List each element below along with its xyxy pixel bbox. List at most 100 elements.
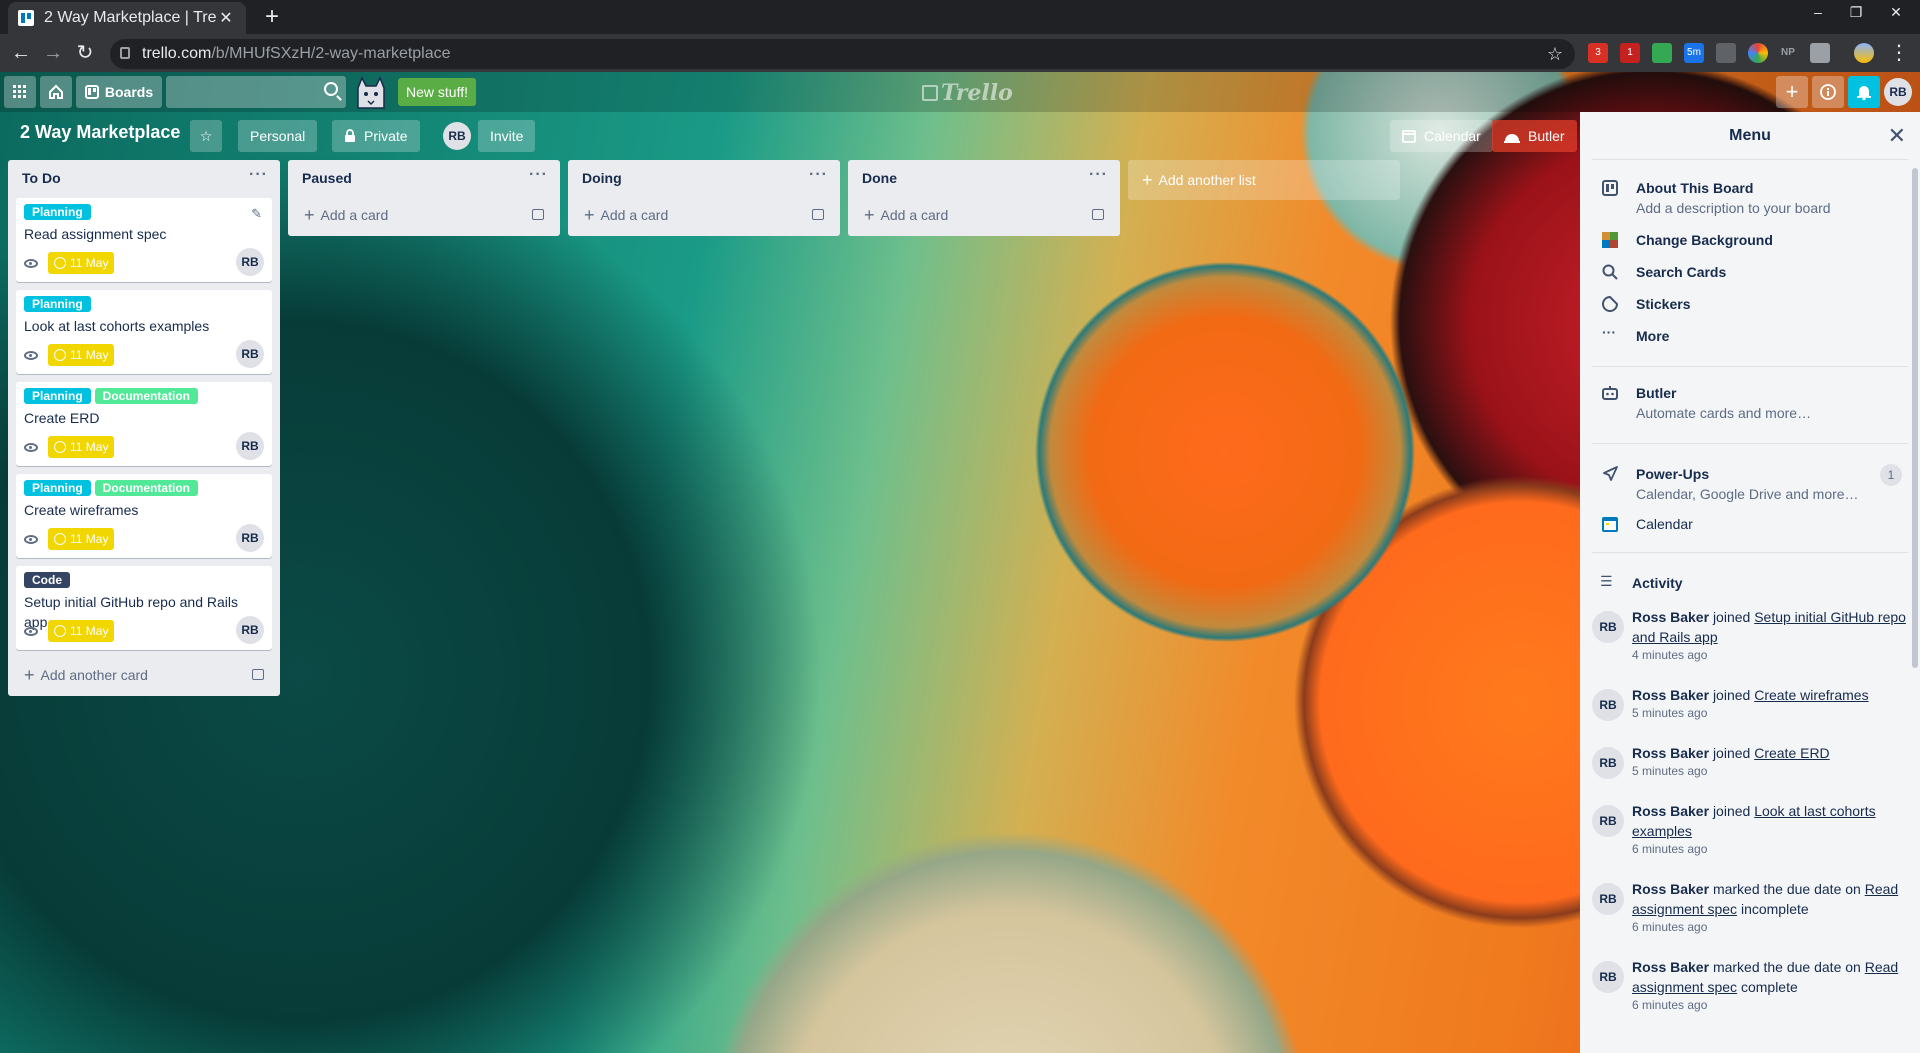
card[interactable]: Planning Look at last cohorts examples 1…	[16, 290, 272, 374]
new-stuff-button[interactable]: New stuff!	[398, 78, 476, 106]
minimize-icon[interactable]: –	[1808, 4, 1828, 20]
profile-avatar-icon[interactable]	[1854, 43, 1874, 63]
extension-icon[interactable]	[1716, 43, 1736, 63]
activity-avatar[interactable]: RB	[1592, 883, 1624, 915]
calendar-powerup-item[interactable]: Calendar	[1580, 514, 1920, 534]
browser-menu-icon[interactable]: ⋮	[1886, 40, 1912, 66]
card-member-avatar[interactable]: RB	[236, 248, 264, 276]
due-date-badge[interactable]: 11 May	[48, 436, 115, 458]
activity-avatar[interactable]: RB	[1592, 611, 1624, 643]
due-date-badge[interactable]: 11 May	[48, 528, 115, 550]
card[interactable]: Planning Documentation Create ERD 11 May…	[16, 382, 272, 466]
notifications-bell-icon[interactable]	[1848, 76, 1880, 108]
activity-time[interactable]: 6 minutes ago	[1632, 841, 1908, 857]
add-card-button[interactable]: + Add a card	[576, 198, 832, 232]
card-member-avatar[interactable]: RB	[236, 432, 264, 460]
card-template-icon[interactable]	[1092, 209, 1104, 220]
activity-card-link[interactable]: Create ERD	[1754, 745, 1829, 761]
calendar-powerup-button[interactable]: Calendar	[1390, 120, 1493, 152]
activity-time[interactable]: 5 minutes ago	[1632, 763, 1908, 779]
list-title[interactable]: To Do	[22, 170, 61, 186]
invite-button[interactable]: Invite	[478, 120, 536, 152]
boards-button[interactable]: Boards	[76, 76, 162, 108]
card-member-avatar[interactable]: RB	[236, 524, 264, 552]
window-close-icon[interactable]: ✕	[1886, 4, 1906, 21]
list-menu-icon[interactable]: ···	[1089, 166, 1108, 184]
extension-badge-icon[interactable]: 1	[1620, 43, 1640, 63]
stickers-item[interactable]: Stickers	[1580, 294, 1920, 314]
butler-item[interactable]: Butler Automate cards and more…	[1580, 383, 1920, 423]
bookmark-star-icon[interactable]: ☆	[1547, 39, 1563, 69]
back-icon[interactable]: ←	[8, 40, 34, 66]
activity-avatar[interactable]: RB	[1592, 961, 1624, 993]
list-menu-icon[interactable]: ···	[809, 166, 828, 184]
card-label[interactable]: Documentation	[94, 480, 199, 496]
search-cards-item[interactable]: Search Cards	[1580, 262, 1920, 282]
list-header[interactable]: Paused ···	[288, 160, 560, 198]
activity-time[interactable]: 6 minutes ago	[1632, 919, 1908, 935]
new-tab-button[interactable]: +	[258, 2, 286, 32]
card-label[interactable]: Planning	[24, 296, 91, 312]
activity-card-link[interactable]: Create wireframes	[1754, 687, 1868, 703]
board-member-avatar[interactable]: RB	[443, 122, 471, 150]
extension-icon[interactable]	[1652, 43, 1672, 63]
activity-time[interactable]: 4 minutes ago	[1632, 647, 1908, 663]
list-title[interactable]: Done	[862, 170, 897, 186]
card-member-avatar[interactable]: RB	[236, 616, 264, 644]
color-picker-extension-icon[interactable]	[1748, 43, 1768, 63]
visibility-button[interactable]: Private	[332, 120, 420, 152]
menu-scrollbar[interactable]	[1912, 168, 1918, 668]
list-title[interactable]: Doing	[582, 170, 622, 186]
taco-husky-icon[interactable]	[354, 74, 388, 110]
extension-badge-icon[interactable]: 3	[1588, 43, 1608, 63]
home-button[interactable]	[40, 76, 72, 108]
close-icon[interactable]: ✕	[1888, 112, 1906, 160]
card-label[interactable]: Documentation	[94, 388, 199, 404]
search-input[interactable]	[166, 76, 346, 108]
address-bar[interactable]: trello.com/b/MHUfSXzH/2-way-marketplace …	[110, 39, 1575, 69]
due-date-badge[interactable]: 11 May	[48, 252, 115, 274]
info-icon[interactable]	[1812, 76, 1844, 108]
trello-logo[interactable]: Trello	[922, 80, 1013, 106]
card[interactable]: Planning Documentation Create wireframes…	[16, 474, 272, 558]
list-title[interactable]: Paused	[302, 170, 352, 186]
due-date-badge[interactable]: 11 May	[48, 344, 115, 366]
browser-tab[interactable]: 2 Way Marketplace | Trello ✕	[8, 2, 246, 34]
card[interactable]: Code Setup initial GitHub repo and Rails…	[16, 566, 272, 650]
reload-icon[interactable]: ↻	[72, 40, 98, 66]
board-title[interactable]: 2 Way Marketplace	[20, 122, 180, 143]
activity-time[interactable]: 5 minutes ago	[1632, 705, 1908, 721]
list-header[interactable]: Done ···	[848, 160, 1120, 198]
list-header[interactable]: To Do ···	[8, 160, 280, 198]
card-member-avatar[interactable]: RB	[236, 340, 264, 368]
list-header[interactable]: Doing ···	[568, 160, 840, 198]
due-date-badge[interactable]: 11 May	[48, 620, 115, 642]
add-card-button[interactable]: + Add a card	[856, 198, 1112, 232]
change-background-item[interactable]: Change Background	[1580, 230, 1920, 250]
add-card-button[interactable]: + Add another card	[16, 658, 272, 692]
restore-icon[interactable]: ❐	[1846, 4, 1866, 21]
list-menu-icon[interactable]: ···	[249, 166, 268, 184]
extension-np-icon[interactable]: NP	[1778, 43, 1798, 63]
user-avatar[interactable]: RB	[1884, 78, 1912, 106]
tab-close-icon[interactable]: ✕	[216, 8, 236, 28]
add-card-button[interactable]: + Add a card	[296, 198, 552, 232]
card-template-icon[interactable]	[812, 209, 824, 220]
card-template-icon[interactable]	[532, 209, 544, 220]
team-button[interactable]: Personal	[238, 120, 318, 152]
activity-avatar[interactable]: RB	[1592, 747, 1624, 779]
about-board-item[interactable]: About This Board Add a description to yo…	[1580, 178, 1920, 218]
card-label[interactable]: Code	[24, 572, 70, 588]
list-menu-icon[interactable]: ···	[529, 166, 548, 184]
apps-grid-icon[interactable]	[4, 76, 36, 108]
extension-icon[interactable]	[1810, 43, 1830, 63]
add-list-button[interactable]: + Add another list	[1128, 160, 1400, 200]
create-plus-icon[interactable]: +	[1776, 76, 1808, 108]
card-label[interactable]: Planning	[24, 204, 91, 220]
butler-button[interactable]: Butler	[1492, 120, 1577, 152]
card[interactable]: Planning Read assignment spec ✎ 11 May R…	[16, 198, 272, 282]
forward-icon[interactable]: →	[40, 40, 66, 66]
activity-avatar[interactable]: RB	[1592, 689, 1624, 721]
card-label[interactable]: Planning	[24, 480, 91, 496]
card-template-icon[interactable]	[252, 669, 264, 680]
